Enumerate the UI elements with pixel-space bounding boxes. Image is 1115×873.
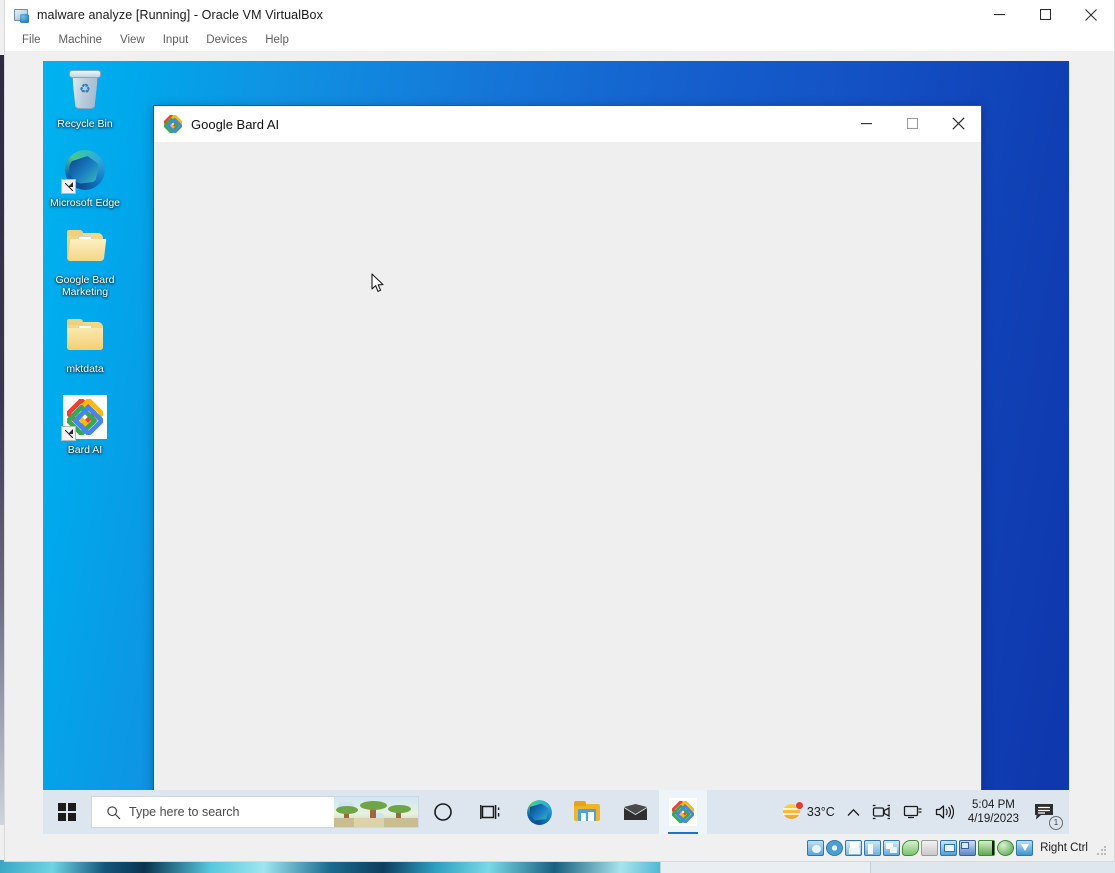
minimize-icon xyxy=(860,123,872,125)
desktop-icon-label: Google Bard Marketing xyxy=(55,274,115,298)
file-explorer-icon xyxy=(574,801,600,823)
edge-taskbar-button[interactable] xyxy=(515,790,563,834)
host-close-button[interactable] xyxy=(1068,0,1114,29)
search-placeholder-text: Type here to search xyxy=(129,805,240,819)
camera-icon xyxy=(872,804,890,820)
vm-indicator-icon[interactable] xyxy=(1016,840,1034,856)
cortana-button[interactable] xyxy=(419,790,467,834)
display-icon[interactable] xyxy=(940,840,958,856)
desktop-icon-recycle-bin[interactable]: ♻ Recycle Bin xyxy=(43,67,127,130)
minimize-icon xyxy=(993,14,1005,16)
recording-icon[interactable] xyxy=(959,840,977,856)
mail-icon xyxy=(623,803,647,820)
desktop-icon-label: Recycle Bin xyxy=(57,118,113,130)
folder-icon xyxy=(61,312,109,360)
volume-icon xyxy=(935,804,954,820)
menu-machine[interactable]: Machine xyxy=(50,32,111,48)
host-minimize-button[interactable] xyxy=(976,0,1022,29)
bard-diamond-mark-icon xyxy=(163,114,183,134)
volume-tray-icon-button[interactable] xyxy=(929,790,960,834)
app-titlebar[interactable]: Google Bard AI xyxy=(154,106,981,142)
file-explorer-button[interactable] xyxy=(563,790,611,834)
shortcut-overlay-icon xyxy=(61,179,76,194)
menu-help[interactable]: Help xyxy=(256,32,298,48)
chevron-up-icon xyxy=(847,808,860,816)
close-icon xyxy=(951,117,965,130)
bard-ai-taskbar-button[interactable] xyxy=(659,790,707,834)
cortana-circle-icon xyxy=(434,803,452,821)
host-key-label: Right Ctrl xyxy=(1040,842,1088,854)
app-close-button[interactable] xyxy=(935,106,981,141)
start-button[interactable] xyxy=(43,790,91,834)
search-input[interactable]: Type here to search xyxy=(91,796,419,828)
weather-sun-icon xyxy=(781,802,803,822)
task-view-button[interactable] xyxy=(467,790,515,834)
app-title-text: Google Bard AI xyxy=(191,116,280,132)
app-minimize-button[interactable] xyxy=(843,106,889,141)
clock-widget[interactable]: 5:04 PM 4/19/2023 xyxy=(960,798,1027,826)
bard-ai-icon xyxy=(61,393,109,441)
clock-date: 4/19/2023 xyxy=(967,813,1019,825)
camera-tray-icon-button[interactable] xyxy=(866,790,897,834)
desktop-icon-label: Bard AI xyxy=(67,444,103,456)
virtualbox-icon xyxy=(13,7,29,23)
audio-icon[interactable] xyxy=(864,840,882,856)
mail-button[interactable] xyxy=(611,790,659,834)
host-maximize-button[interactable] xyxy=(1022,0,1068,29)
virtualbox-title-text: malware analyze [Running] - Oracle VM Vi… xyxy=(37,7,323,22)
menu-input[interactable]: Input xyxy=(154,32,198,48)
network-tray-icon-button[interactable] xyxy=(897,790,929,834)
virtualbox-statusbar: Right Ctrl xyxy=(5,835,1114,861)
optical-disk-icon[interactable] xyxy=(826,840,844,856)
shortcut-overlay-icon xyxy=(61,426,76,441)
resize-grip-icon[interactable] xyxy=(1096,845,1108,857)
virtualbox-menubar: File Machine View Input Devices Help xyxy=(5,29,1114,51)
system-tray: 33°C 5:04 PM 4/19/2023 1 xyxy=(775,790,1069,834)
close-icon xyxy=(1085,8,1097,21)
notifications-button[interactable]: 1 xyxy=(1027,790,1065,834)
app-client-area[interactable] xyxy=(154,142,981,796)
host-key-globe-icon[interactable] xyxy=(997,840,1015,856)
hard-disk-icon[interactable] xyxy=(807,840,825,856)
baobab-trees-illustration xyxy=(334,797,418,827)
desktop-icon-column: ♻ Recycle Bin Microsoft Edge Google Bard… xyxy=(43,61,127,456)
bard-ai-icon xyxy=(672,801,694,823)
floppy-disk-icon[interactable] xyxy=(845,840,863,856)
search-icon xyxy=(107,805,121,819)
tray-overflow-button[interactable] xyxy=(841,790,866,834)
recycle-bin-icon: ♻ xyxy=(61,67,109,115)
desktop-icon-label: Microsoft Edge xyxy=(49,197,121,209)
microsoft-edge-icon xyxy=(58,143,112,197)
virtualbox-titlebar[interactable]: malware analyze [Running] - Oracle VM Vi… xyxy=(5,0,1114,29)
taskbar: Type here to search 33°C 5:04 PM 4/19/20… xyxy=(43,790,1069,834)
clock-time: 5:04 PM xyxy=(972,799,1015,811)
virtualbox-window: malware analyze [Running] - Oracle VM Vi… xyxy=(4,0,1115,862)
maximize-icon xyxy=(1039,9,1051,20)
mouse-capture-icon[interactable] xyxy=(978,840,996,856)
desktop-icon-microsoft-edge[interactable]: Microsoft Edge xyxy=(43,143,127,209)
menu-file[interactable]: File xyxy=(13,32,50,48)
network-icon xyxy=(903,805,922,819)
usb-icon[interactable] xyxy=(902,840,920,856)
menu-devices[interactable]: Devices xyxy=(197,32,256,48)
weather-widget[interactable]: 33°C xyxy=(775,790,841,834)
app-maximize-button[interactable] xyxy=(889,106,935,141)
menu-view[interactable]: View xyxy=(111,32,154,48)
desktop-icon-bard-ai[interactable]: Bard AI xyxy=(43,393,127,456)
network-icon[interactable] xyxy=(883,840,901,856)
task-view-icon xyxy=(480,805,500,819)
weather-temperature: 33°C xyxy=(806,805,835,819)
bard-ai-icon xyxy=(163,114,183,134)
folder-open-icon xyxy=(61,223,109,271)
desktop-icon-google-bard-marketing[interactable]: Google Bard Marketing xyxy=(43,223,127,298)
shared-folder-icon[interactable] xyxy=(921,840,939,856)
desktop-icon-label: mktdata xyxy=(66,363,104,375)
notification-count-badge: 1 xyxy=(1049,816,1063,830)
google-bard-ai-window[interactable]: Google Bard AI xyxy=(153,105,982,797)
microsoft-edge-icon xyxy=(522,795,556,829)
windows-start-icon xyxy=(57,802,77,822)
desktop-icon-mktdata[interactable]: mktdata xyxy=(43,312,127,375)
vm-guest-screen[interactable]: ♻ Recycle Bin Microsoft Edge Google Bard… xyxy=(43,61,1069,834)
maximize-icon xyxy=(906,118,918,129)
